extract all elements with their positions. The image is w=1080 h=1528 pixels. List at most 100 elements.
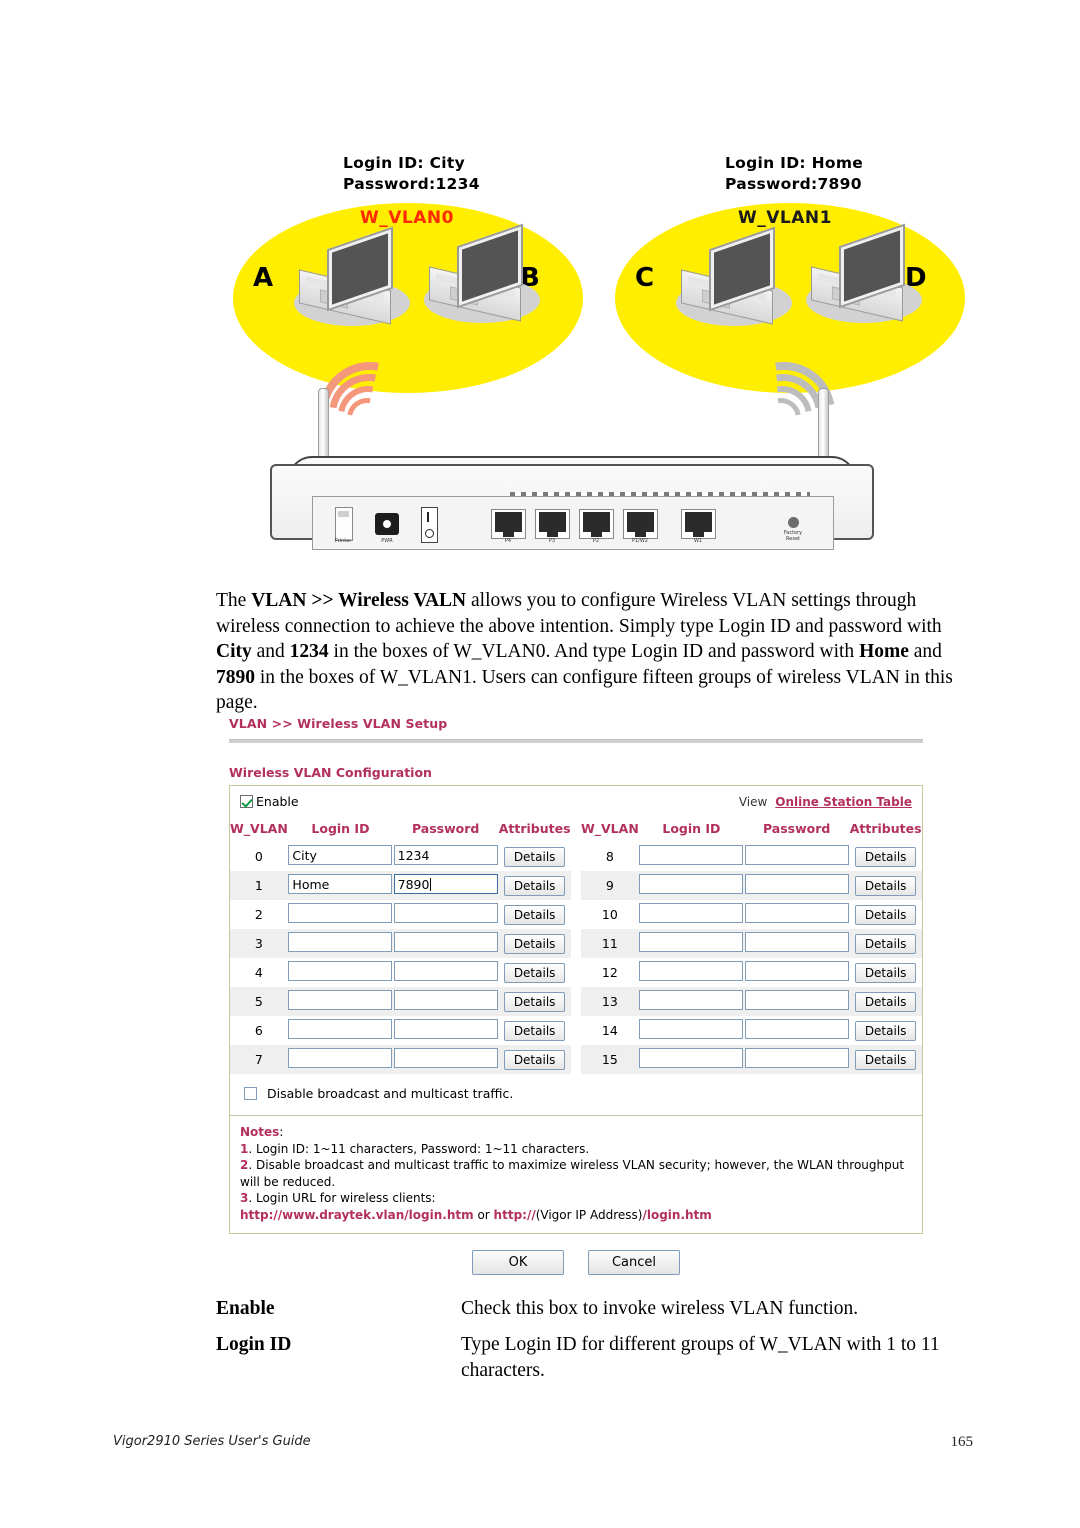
details-button-right-4[interactable]: Details — [854, 962, 917, 983]
laptop-icon-a — [291, 226, 411, 330]
login-id-input-right-5[interactable] — [639, 990, 744, 1010]
password-input-left-4[interactable] — [393, 961, 498, 981]
login-id-cell-right — [638, 929, 745, 958]
login-id-input-left-4[interactable] — [288, 961, 393, 981]
login-id-input-right-0[interactable] — [639, 845, 744, 865]
login-id-input-left-6[interactable] — [288, 1019, 393, 1039]
header-loginid-right: Login ID — [662, 821, 721, 836]
column-separator — [570, 929, 581, 958]
password-input-right-1[interactable] — [744, 874, 849, 894]
details-button-right-2[interactable]: Details — [854, 904, 917, 925]
login-id-input-left-3[interactable] — [288, 932, 393, 952]
password-input-right-6[interactable] — [744, 1019, 849, 1039]
intro-paragraph: The VLAN >> Wireless VALN allows you to … — [216, 588, 956, 716]
login-id-cell-right — [639, 842, 744, 871]
online-station-table-link[interactable]: Online Station Table — [775, 795, 912, 809]
table-row: 7 Details 15 Details — [230, 1045, 922, 1074]
password-input-right-3[interactable] — [744, 932, 849, 952]
cancel-button[interactable]: Cancel — [588, 1250, 680, 1275]
password-input-right-5[interactable] — [744, 990, 849, 1010]
password-cell-left — [393, 929, 499, 958]
details-button-left-7[interactable]: Details — [503, 1049, 566, 1070]
wireless-vlan-table: W_VLAN Login ID Password Attributes W_VL… — [230, 819, 922, 1074]
details-button-left-6[interactable]: Details — [503, 1020, 566, 1041]
disable-broadcast-label: Disable broadcast and multicast traffic. — [267, 1086, 514, 1101]
para-bold-1: VLAN >> Wireless VALN — [251, 590, 467, 611]
vlan1-credentials-caption: Login ID: Home Password:7890 — [725, 154, 864, 193]
attributes-cell-left: Details — [498, 929, 571, 958]
wvlan1-label: W_VLAN1 — [738, 208, 832, 228]
enable-control[interactable]: Enable — [240, 793, 299, 811]
login-id-cell-right — [639, 1016, 744, 1045]
login-id-input-right-4[interactable] — [639, 961, 744, 981]
definition-term-loginid: Login ID — [216, 1334, 292, 1355]
para-text-4: in the boxes of W_VLAN0. And type Login … — [328, 641, 860, 662]
details-button-right-1[interactable]: Details — [854, 875, 917, 896]
login-id-input-left-0[interactable]: City — [288, 845, 393, 865]
login-id-input-left-7[interactable] — [288, 1048, 393, 1068]
definition-term-enable: Enable — [216, 1298, 275, 1319]
details-button-right-7[interactable]: Details — [854, 1049, 917, 1070]
password-input-left-5[interactable] — [393, 990, 498, 1010]
wan-port-w1-label: W1 — [693, 538, 703, 544]
password-input-right-4[interactable] — [744, 961, 849, 981]
enable-checkbox[interactable] — [240, 795, 253, 808]
details-button-left-3[interactable]: Details — [503, 933, 566, 954]
password-input-left-7[interactable] — [393, 1048, 498, 1068]
login-id-input-right-1[interactable] — [639, 874, 744, 894]
login-id-input-left-1[interactable]: Home — [288, 874, 393, 894]
details-button-right-6[interactable]: Details — [854, 1020, 917, 1041]
password-input-right-7[interactable] — [744, 1048, 849, 1068]
login-id-input-left-5[interactable] — [288, 990, 393, 1010]
field-definitions: Enable Check this box to invoke wireless… — [216, 1296, 976, 1394]
password-cell-right — [744, 900, 849, 929]
details-button-right-3[interactable]: Details — [854, 933, 917, 954]
notes-panel: Notes: 1. Login ID: 1~11 characters, Pas… — [229, 1116, 923, 1234]
laptop-icon-d — [803, 223, 923, 327]
disable-broadcast-row[interactable]: Disable broadcast and multicast traffic. — [230, 1074, 922, 1105]
details-button-right-5[interactable]: Details — [854, 991, 917, 1012]
attributes-cell-left: Details — [498, 1016, 571, 1045]
password-input-left-2[interactable] — [393, 903, 498, 923]
note-url-secondary-mid: (Vigor IP Address) — [535, 1207, 643, 1222]
column-separator — [570, 1045, 581, 1074]
details-button-left-5[interactable]: Details — [503, 991, 566, 1012]
details-button-left-0[interactable]: Details — [503, 846, 566, 867]
table-header-row: W_VLAN Login ID Password Attributes W_VL… — [230, 819, 922, 842]
laptop-icon-c — [673, 226, 793, 330]
details-button-left-1[interactable]: Details — [503, 875, 566, 896]
details-button-left-2[interactable]: Details — [503, 904, 566, 925]
password-input-left-6[interactable] — [393, 1019, 498, 1039]
note-url-secondary-suffix: /login.htm — [642, 1207, 712, 1222]
view-label: View — [738, 795, 768, 809]
details-button-left-4[interactable]: Details — [503, 962, 566, 983]
factory-reset-button-icon — [788, 517, 799, 528]
password-input-left-3[interactable] — [393, 932, 498, 952]
password-cell-left — [393, 958, 498, 987]
vlan0-credentials-caption: Login ID: City Password:1234 — [343, 154, 480, 193]
ok-button[interactable]: OK — [472, 1250, 564, 1275]
login-id-input-right-6[interactable] — [639, 1019, 744, 1039]
header-attributes-right: Attributes — [849, 821, 922, 836]
table-row: 1 Home 7890 Details 9 Details — [230, 871, 922, 900]
login-id-input-right-7[interactable] — [639, 1048, 744, 1068]
disable-broadcast-checkbox[interactable] — [244, 1087, 257, 1100]
password-input-right-0[interactable] — [744, 845, 849, 865]
attributes-cell-left: Details — [498, 987, 571, 1016]
router-web-ui-screenshot: VLAN >> Wireless VLAN Setup Wireless VLA… — [229, 716, 923, 1275]
vlan-index-left: 1 — [230, 871, 288, 900]
details-button-right-0[interactable]: Details — [854, 846, 917, 867]
definition-row: Login ID Type Login ID for different gro… — [216, 1332, 976, 1384]
login-id-input-right-3[interactable] — [639, 932, 744, 952]
vlan-index-left: 4 — [254, 965, 263, 980]
page-footer: Vigor2910 Series User's Guide 165 — [113, 1434, 973, 1451]
section-title: Wireless VLAN Configuration — [229, 765, 432, 780]
password-input-left-0[interactable]: 1234 — [393, 845, 498, 865]
password-input-left-1[interactable]: 7890 — [393, 874, 498, 894]
login-id-cell-left — [288, 900, 393, 929]
vlan-index-right: 14 — [601, 1023, 618, 1038]
header-password-left: Password — [411, 821, 480, 836]
login-id-input-left-2[interactable] — [288, 903, 393, 923]
password-input-right-2[interactable] — [744, 903, 849, 923]
login-id-input-right-2[interactable] — [639, 903, 744, 923]
